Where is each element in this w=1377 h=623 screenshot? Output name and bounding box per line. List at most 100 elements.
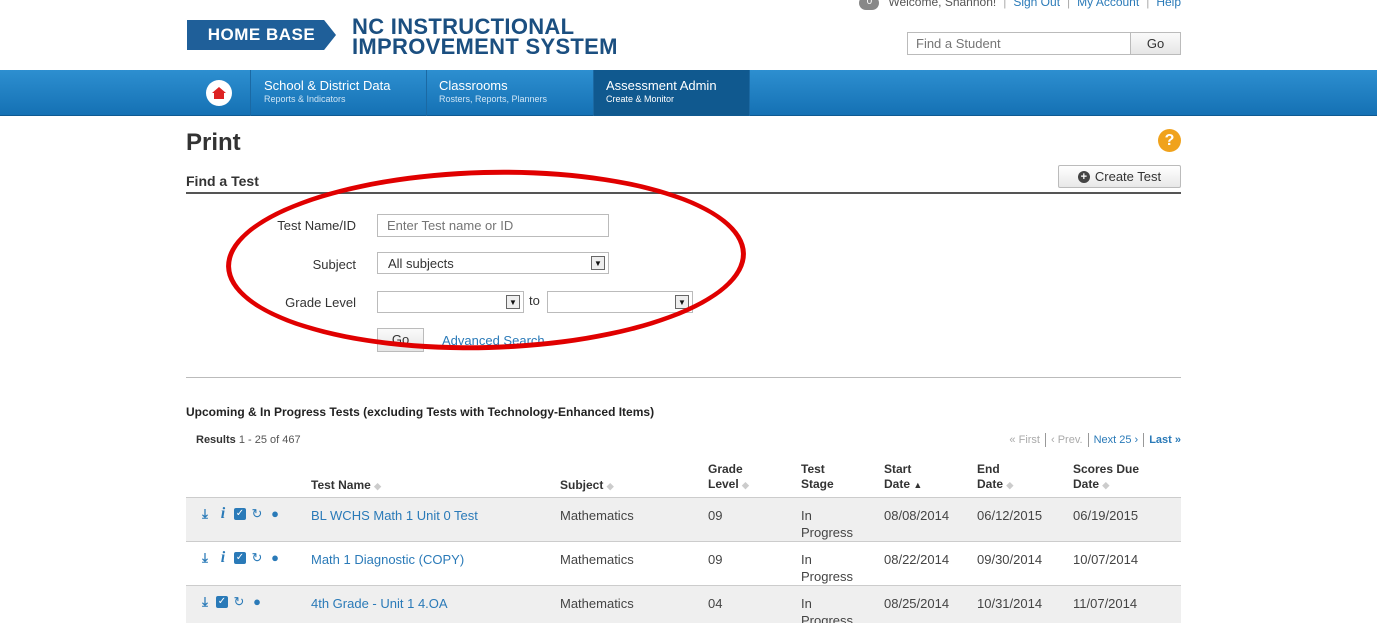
column-header-scores-due[interactable]: Scores Due Date ◆ bbox=[1073, 462, 1139, 493]
sign-out-link[interactable]: Sign Out bbox=[1013, 0, 1060, 9]
grade-cell: 09 bbox=[708, 552, 723, 567]
header-label: Subject bbox=[560, 478, 604, 492]
divider: | bbox=[1146, 0, 1150, 9]
test-name-link[interactable]: 4th Grade - Unit 1 4.OA bbox=[311, 595, 448, 612]
nav-assessment-admin[interactable]: Assessment Admin Create & Monitor bbox=[594, 70, 750, 116]
header-label: Start bbox=[884, 462, 912, 476]
info-icon[interactable]: i bbox=[216, 550, 230, 566]
refresh-icon[interactable]: ↻ bbox=[232, 595, 246, 609]
header-label: Date bbox=[884, 477, 911, 491]
to-label: to bbox=[529, 293, 540, 308]
stage-line: Progress bbox=[801, 569, 854, 584]
end-date-cell: 09/30/2014 bbox=[977, 552, 1043, 567]
nav-label: School & District Data bbox=[264, 78, 391, 93]
stage-line: Progress bbox=[801, 525, 854, 540]
column-header-grade-level[interactable]: Grade Level ◆ bbox=[708, 462, 749, 493]
main-nav: School & District Data Reports & Indicat… bbox=[0, 70, 1377, 116]
welcome-text: Welcome, Shannon! bbox=[888, 0, 997, 9]
stage-line: Progress bbox=[801, 613, 854, 623]
divider: | bbox=[1067, 0, 1071, 9]
subject-select[interactable]: All subjects ▼ bbox=[377, 252, 609, 274]
results-count: Results 1 - 25 of 467 bbox=[196, 434, 301, 446]
help-icon[interactable]: ? bbox=[1158, 129, 1181, 152]
table-row: ⤓ ✓ ↻ ● 4th Grade - Unit 1 4.OA Mathemat… bbox=[186, 586, 1181, 623]
table-row: ⤓ i ✓ ↻ ● BL WCHS Math 1 Unit 0 Test Mat… bbox=[186, 498, 1181, 542]
checkbox-icon[interactable]: ✓ bbox=[216, 596, 228, 608]
stage-line: In bbox=[801, 508, 812, 523]
column-header-end-date[interactable]: End Date ◆ bbox=[977, 462, 1013, 493]
grade-to-select[interactable]: ▼ bbox=[547, 291, 693, 313]
home-button[interactable] bbox=[187, 70, 251, 116]
section-title: Find a Test bbox=[186, 173, 259, 189]
pager-next[interactable]: Next 25 › bbox=[1094, 434, 1139, 446]
test-name-link[interactable]: Math 1 Diagnostic (COPY) bbox=[311, 551, 464, 568]
results-label: Results bbox=[196, 434, 236, 446]
subject-select-value: All subjects bbox=[388, 256, 454, 271]
divider bbox=[186, 192, 1181, 194]
sort-ascending-icon: ▲ bbox=[913, 480, 923, 490]
nav-school-district-data[interactable]: School & District Data Reports & Indicat… bbox=[252, 70, 427, 116]
test-name-link[interactable]: BL WCHS Math 1 Unit 0 Test bbox=[311, 507, 478, 524]
info-icon[interactable]: i bbox=[216, 506, 230, 522]
column-header-subject[interactable]: Subject ◆ bbox=[560, 478, 614, 494]
grade-level-label: Grade Level bbox=[285, 295, 356, 310]
help-link[interactable]: Help bbox=[1156, 0, 1181, 9]
pager: « First ‹ Prev. Next 25 › Last » bbox=[1009, 433, 1181, 447]
chevron-down-icon: ▼ bbox=[675, 295, 689, 309]
stage-cell: In Progress bbox=[801, 507, 853, 541]
sort-icon: ◆ bbox=[374, 481, 382, 491]
results-range: 1 - 25 of 467 bbox=[238, 434, 301, 446]
system-title: NC INSTRUCTIONAL IMPROVEMENT SYSTEM bbox=[352, 16, 618, 58]
divider bbox=[186, 377, 1181, 378]
sort-icon: ◆ bbox=[1006, 480, 1014, 490]
start-date-cell: 08/08/2014 bbox=[884, 508, 950, 523]
divider: | bbox=[1003, 0, 1007, 9]
divider bbox=[1087, 433, 1089, 447]
test-name-input[interactable] bbox=[377, 214, 609, 237]
refresh-icon[interactable]: ↻ bbox=[250, 551, 264, 565]
nav-classrooms[interactable]: Classrooms Rosters, Reports, Planners bbox=[427, 70, 594, 116]
sort-icon: ◆ bbox=[742, 480, 749, 490]
due-date-cell: 11/07/2014 bbox=[1073, 596, 1138, 611]
my-account-link[interactable]: My Account bbox=[1077, 0, 1139, 9]
advanced-search-link[interactable]: Advanced Search bbox=[442, 333, 545, 348]
sort-icon: ◆ bbox=[606, 481, 614, 491]
header-label: Stage bbox=[801, 477, 834, 491]
checkbox-icon[interactable]: ✓ bbox=[234, 552, 246, 564]
subject-cell: Mathematics bbox=[560, 508, 634, 523]
refresh-icon[interactable]: ↻ bbox=[250, 507, 264, 521]
download-icon[interactable]: ⤓ bbox=[198, 551, 212, 565]
column-header-start-date[interactable]: Start Date ▲ bbox=[884, 462, 922, 493]
chevron-down-icon: ▼ bbox=[591, 256, 605, 270]
grade-from-select[interactable]: ▼ bbox=[377, 291, 524, 313]
subject-cell: Mathematics bbox=[560, 552, 634, 567]
users-icon[interactable]: ● bbox=[268, 551, 282, 565]
sort-icon: ◆ bbox=[1102, 480, 1110, 490]
find-student-input[interactable] bbox=[907, 32, 1131, 55]
table-row: ⤓ i ✓ ↻ ● Math 1 Diagnostic (COPY) Mathe… bbox=[186, 542, 1181, 586]
utility-links: 0 Welcome, Shannon! | Sign Out | My Acco… bbox=[859, 0, 1181, 18]
due-date-cell: 06/19/2015 bbox=[1073, 508, 1139, 523]
home-icon bbox=[205, 80, 232, 106]
subject-label: Subject bbox=[312, 257, 356, 272]
nav-label: Assessment Admin bbox=[606, 78, 717, 93]
download-icon[interactable]: ⤓ bbox=[198, 595, 212, 609]
divider bbox=[1143, 433, 1145, 447]
find-student-go-button[interactable]: Go bbox=[1130, 32, 1181, 55]
search-go-button[interactable]: Go bbox=[377, 328, 424, 352]
subject-cell: Mathematics bbox=[560, 596, 634, 611]
users-icon[interactable]: ● bbox=[250, 595, 264, 609]
pager-last[interactable]: Last » bbox=[1149, 434, 1181, 446]
checkbox-icon[interactable]: ✓ bbox=[234, 508, 246, 520]
header-label: Scores Due bbox=[1073, 462, 1140, 476]
column-header-test-name[interactable]: Test Name ◆ bbox=[311, 478, 381, 494]
notification-badge[interactable]: 0 bbox=[859, 0, 880, 10]
chevron-down-icon: ▼ bbox=[506, 295, 520, 309]
end-date-cell: 06/12/2015 bbox=[977, 508, 1043, 523]
download-icon[interactable]: ⤓ bbox=[198, 507, 212, 521]
users-icon[interactable]: ● bbox=[268, 507, 282, 521]
grade-cell: 04 bbox=[708, 596, 723, 611]
create-test-button[interactable]: + Create Test bbox=[1058, 165, 1181, 188]
header-label: Test bbox=[801, 462, 825, 476]
home-base-logo[interactable]: HOME BASE bbox=[187, 20, 336, 50]
